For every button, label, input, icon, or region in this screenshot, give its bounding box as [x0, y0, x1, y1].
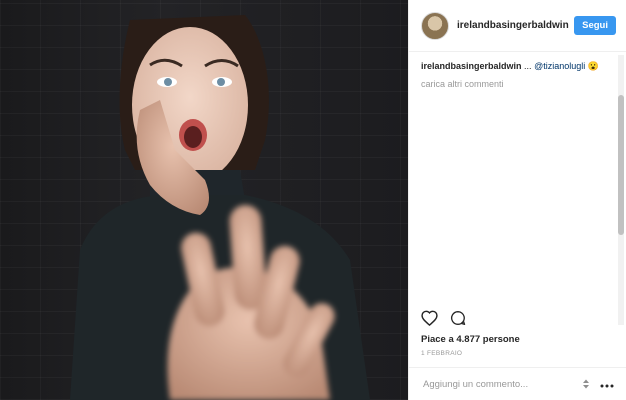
load-more-comments-link[interactable]: carica altri commenti	[421, 79, 614, 89]
instagram-post: irelandbasingerbaldwin Segui irelandbasi…	[0, 0, 626, 400]
comment-input[interactable]	[421, 377, 576, 391]
stepper-icon[interactable]	[582, 378, 590, 390]
more-options-icon[interactable]	[600, 375, 614, 393]
caption-ellipsis: ...	[524, 61, 532, 71]
avatar[interactable]	[421, 11, 449, 40]
scrollbar-thumb[interactable]	[618, 95, 624, 235]
caption-emoji: 😮	[587, 61, 599, 71]
heart-icon[interactable]	[421, 310, 438, 331]
post-header: irelandbasingerbaldwin Segui	[409, 0, 626, 52]
post-date: 1 FEBBRAIO	[421, 350, 463, 357]
add-comment-bar	[409, 367, 626, 400]
caption-mention[interactable]: @tizianolugli	[534, 61, 585, 71]
follow-button[interactable]: Segui	[574, 16, 616, 35]
post-photo[interactable]	[0, 0, 408, 400]
caption-username[interactable]: irelandbasingerbaldwin	[421, 61, 522, 71]
action-bar	[421, 310, 466, 331]
comments-section: irelandbasingerbaldwin ... @tizianolugli…	[409, 52, 626, 89]
caption: irelandbasingerbaldwin ... @tizianolugli…	[421, 59, 614, 73]
likes-count[interactable]: Piace a 4.877 persone	[421, 334, 520, 345]
post-sidebar: irelandbasingerbaldwin Segui irelandbasi…	[408, 0, 626, 400]
author-username[interactable]: irelandbasingerbaldwin	[457, 20, 574, 31]
comments-scrollbar[interactable]	[618, 55, 624, 325]
comment-bubble-icon[interactable]	[450, 310, 466, 331]
portrait-illustration	[70, 15, 370, 400]
